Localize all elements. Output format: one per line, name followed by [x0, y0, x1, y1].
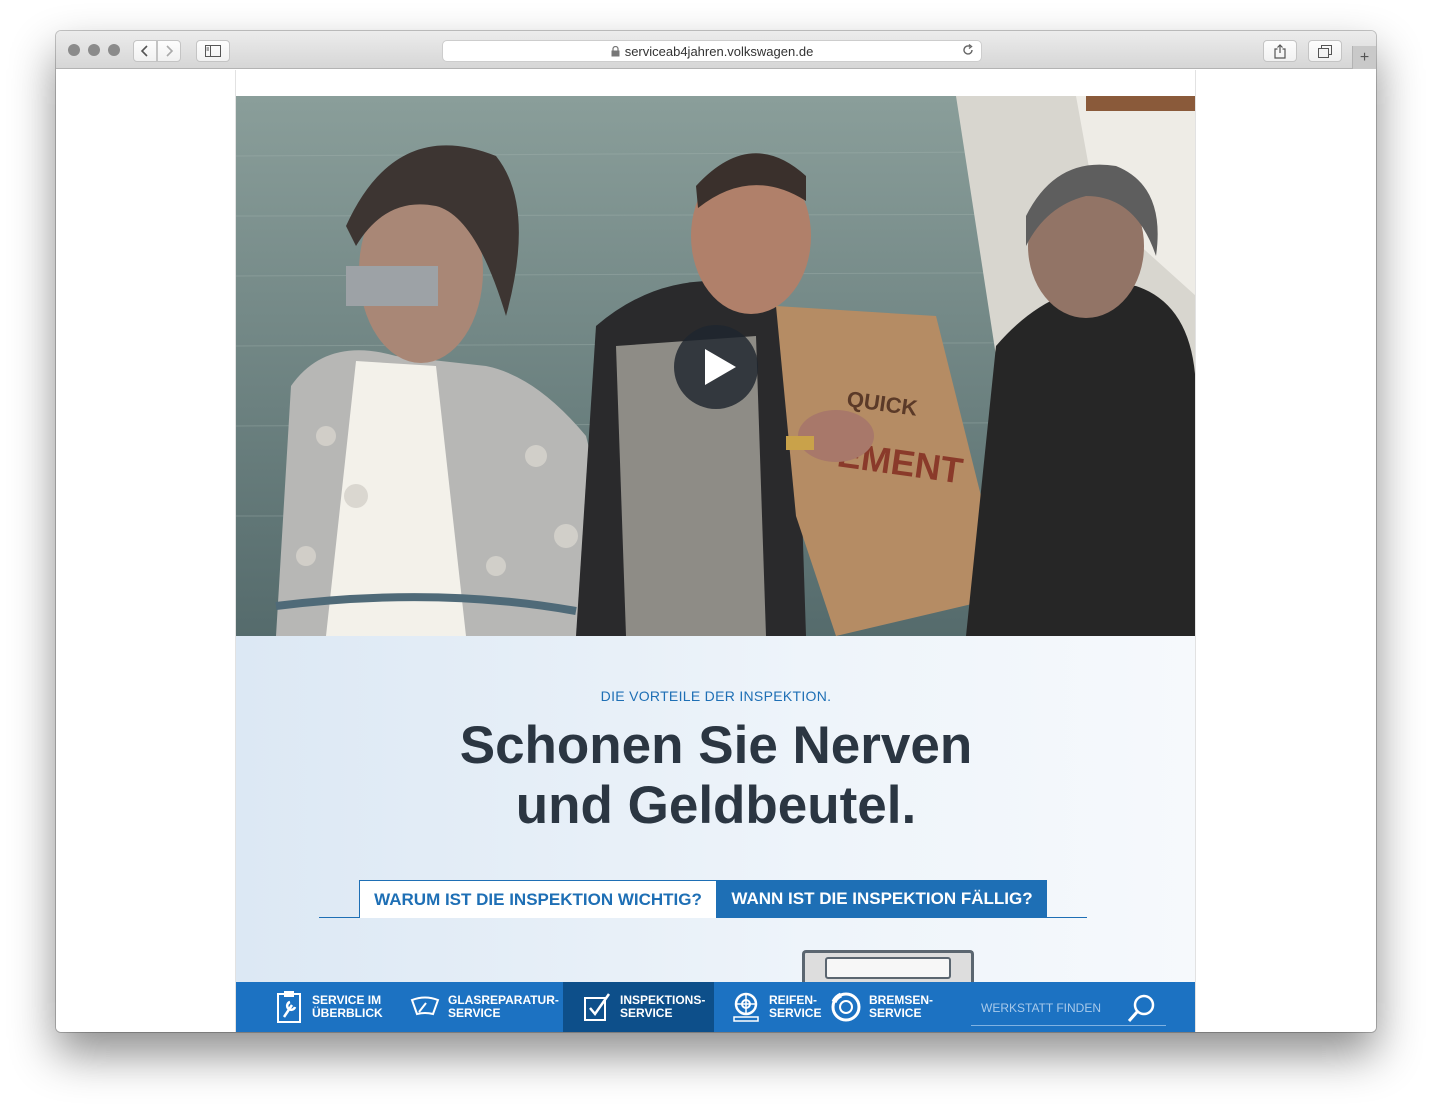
nav-label-line2: SERVICE: [869, 1006, 922, 1020]
zoom-window-button[interactable]: [108, 44, 120, 56]
share-button[interactable]: [1263, 40, 1297, 62]
share-icon: [1274, 43, 1286, 59]
clipboard-clip: [825, 957, 951, 979]
nav-label-line2: SERVICE: [448, 1006, 501, 1020]
back-button[interactable]: [133, 40, 157, 62]
sidebar-toggle-button[interactable]: [196, 40, 230, 62]
close-window-button[interactable]: [68, 44, 80, 56]
video-player[interactable]: QUICK EMENT: [236, 96, 1195, 636]
reload-icon[interactable]: [961, 43, 975, 57]
brake-disc-icon: [831, 992, 861, 1022]
windshield-icon: [410, 992, 440, 1022]
tab-warum[interactable]: WARUM IST DIE INSPEKTION WICHTIG?: [359, 880, 717, 918]
play-icon: [705, 349, 736, 385]
web-content: QUICK EMENT DIE VORTEILE DER INSPEKTION.…: [56, 70, 1376, 1032]
nav-item-bremsen[interactable]: BREMSEN- SERVICE: [831, 982, 951, 1032]
tab-wann[interactable]: WANN IST DIE INSPEKTION FÄLLIG?: [717, 880, 1047, 918]
page-container: QUICK EMENT DIE VORTEILE DER INSPEKTION.…: [235, 70, 1196, 1032]
nav-label-line2: ÜBERBLICK: [312, 1006, 383, 1020]
tab-underline-left: [319, 917, 359, 918]
nav-label-line1: GLASREPARATUR-: [448, 993, 559, 1007]
nav-label-line1: REIFEN-: [769, 993, 817, 1007]
page-headline: Schonen Sie Nerven und Geldbeutel.: [236, 716, 1195, 836]
nav-label-line1: INSPEKTIONS-: [620, 993, 706, 1007]
tab-underline-right: [1047, 917, 1087, 918]
lock-icon: [611, 45, 620, 56]
forward-button[interactable]: [157, 40, 181, 62]
nav-label-line1: SERVICE IM: [312, 993, 382, 1007]
tire-icon: [731, 992, 761, 1022]
headline-line-1: Schonen Sie Nerven: [459, 716, 973, 775]
new-tab-button[interactable]: +: [1352, 46, 1376, 69]
browser-window: serviceab4jahren.volkswagen.de + QUICK E…: [56, 31, 1376, 1032]
play-button[interactable]: [674, 325, 758, 409]
nav-item-reifen[interactable]: REIFEN- SERVICE: [714, 982, 831, 1032]
nav-label-line2: SERVICE: [769, 1006, 822, 1020]
search-icon[interactable]: [1126, 992, 1158, 1024]
hero-section: DIE VORTEILE DER INSPEKTION. Schonen Sie…: [236, 636, 1195, 1032]
checklist-icon: [582, 992, 612, 1022]
workshop-search-input[interactable]: [971, 996, 1111, 1020]
workshop-search: [971, 992, 1166, 1026]
nav-item-service-ueberblick[interactable]: SERVICE IM ÜBERBLICK: [236, 982, 391, 1032]
sidebar-icon: [205, 45, 221, 57]
plus-icon: +: [1359, 48, 1370, 66]
browser-toolbar: serviceab4jahren.volkswagen.de +: [56, 31, 1376, 69]
address-bar[interactable]: serviceab4jahren.volkswagen.de: [442, 40, 982, 62]
tabs-overview-button[interactable]: [1308, 40, 1342, 62]
tabs-icon: [1318, 44, 1332, 58]
section-eyebrow: DIE VORTEILE DER INSPEKTION.: [600, 688, 832, 704]
service-navigation: SERVICE IM ÜBERBLICK GLASREPARATUR- SERVIC…: [236, 982, 1195, 1032]
nav-item-inspektion[interactable]: INSPEKTIONS- SERVICE: [563, 982, 714, 1032]
wrench-clipboard-icon: [274, 991, 304, 1023]
nav-label-line1: BREMSEN-: [869, 993, 934, 1007]
nav-item-glasreparatur[interactable]: GLASREPARATUR- SERVICE: [391, 982, 563, 1032]
chevron-left-icon: [140, 45, 148, 57]
headline-line-2: und Geldbeutel.: [515, 776, 917, 835]
minimize-window-button[interactable]: [88, 44, 100, 56]
url-text: serviceab4jahren.volkswagen.de: [624, 43, 814, 59]
nav-label-line2: SERVICE: [620, 1006, 673, 1020]
chevron-right-icon: [166, 45, 174, 57]
